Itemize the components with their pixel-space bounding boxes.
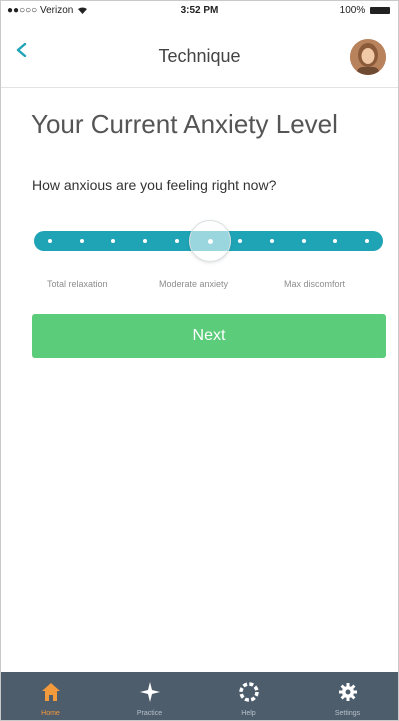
tab-practice[interactable]: Practice [100, 672, 199, 720]
slider-step-dot[interactable] [333, 239, 338, 243]
anxiety-question: How anxious are you feeling right now? [32, 177, 277, 193]
slider-step-dot[interactable] [143, 239, 148, 243]
avatar[interactable] [350, 39, 386, 75]
slider-step-dot[interactable] [174, 239, 179, 243]
sparkle-icon [140, 682, 160, 702]
slider-step-dot[interactable] [365, 239, 369, 243]
tab-bar: Home Practice Help Settings [1, 672, 398, 720]
slider-step-dot[interactable] [79, 239, 84, 243]
anxiety-heading: Your Current Anxiety Level [31, 109, 338, 139]
app-screen: ●●○○○ Verizon 3:52 PM 100% Technique You… [0, 0, 399, 721]
tab-label: Settings [334, 710, 361, 717]
lifebuoy-icon [239, 682, 259, 702]
slider-label-min: Total relaxation [47, 279, 108, 289]
slider-label-mid: Moderate anxiety [159, 279, 229, 289]
tab-settings[interactable]: Settings [298, 672, 397, 720]
home-icon [42, 683, 60, 701]
next-button[interactable]: Next [32, 314, 386, 358]
battery-icon [370, 6, 390, 14]
slider-thumb[interactable] [188, 220, 231, 262]
slider-thumb-center [207, 239, 213, 244]
tab-help[interactable]: Help [199, 672, 298, 720]
status-bar: ●●○○○ Verizon 3:52 PM 100% [1, 1, 398, 19]
slider-step-dot[interactable] [269, 239, 274, 243]
gear-icon [339, 683, 357, 701]
avatar-photo-icon [350, 39, 386, 75]
slider-step-dot[interactable] [48, 239, 52, 243]
slider-step-dot[interactable] [238, 239, 243, 243]
tab-label: Home [41, 710, 60, 717]
nav-bar: Technique [1, 19, 398, 88]
tab-label: Practice [136, 710, 163, 717]
tab-home[interactable]: Home [1, 672, 100, 720]
status-time: 3:52 PM [180, 5, 219, 16]
page-title: Technique [158, 46, 241, 66]
slider-label-max: Max discomfort [284, 279, 346, 289]
anxiety-slider[interactable] [34, 220, 383, 262]
battery-indicator: 100% [340, 5, 390, 16]
slider-step-dot[interactable] [301, 239, 306, 243]
tab-label: Help [241, 710, 256, 717]
slider-step-dot[interactable] [111, 239, 116, 243]
